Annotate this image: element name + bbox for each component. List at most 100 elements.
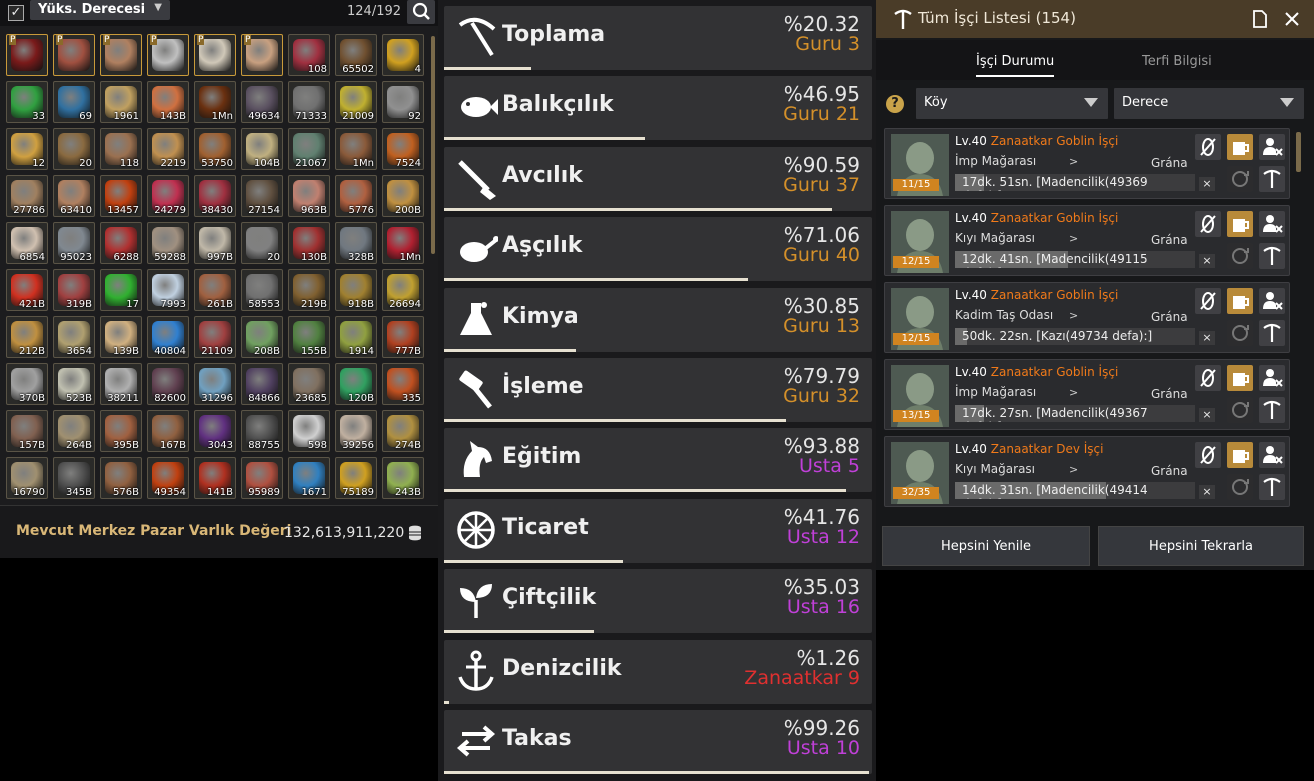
inventory-slot[interactable]: 59288 [147, 222, 189, 264]
inventory-slot[interactable]: 155B [288, 316, 330, 358]
inventory-slot[interactable]: 143B [147, 81, 189, 123]
inventory-slot[interactable]: 40804 [147, 316, 189, 358]
inventory-slot[interactable]: 12 [6, 128, 48, 170]
inventory-slot[interactable]: 264B [53, 410, 95, 452]
fire-worker-button[interactable] [1259, 288, 1285, 314]
inventory-slot[interactable]: 17 [100, 269, 142, 311]
sort-dropdown[interactable]: Yüks. Derecesi ▼ [30, 0, 170, 20]
skill-row[interactable]: Aşçılık %71.06 Guru 40 [444, 217, 872, 282]
inventory-slot[interactable]: P [194, 34, 236, 76]
inventory-slot[interactable]: 130B [288, 222, 330, 264]
inventory-slot[interactable]: 95989 [241, 457, 283, 499]
upgrade-worker-button[interactable] [1259, 243, 1285, 269]
inventory-slot[interactable]: 141B [194, 457, 236, 499]
stop-work-button[interactable] [1195, 365, 1221, 391]
close-icon[interactable] [1284, 11, 1300, 27]
inventory-slot[interactable]: 918B [335, 269, 377, 311]
inventory-slot[interactable]: 1671 [288, 457, 330, 499]
inventory-slot[interactable]: 243B [382, 457, 424, 499]
inventory-slot[interactable]: 7993 [147, 269, 189, 311]
inventory-slot[interactable]: 200B [382, 175, 424, 217]
help-icon[interactable]: ? [886, 95, 904, 113]
inventory-slot[interactable]: P [6, 34, 48, 76]
inventory-slot[interactable]: 598 [288, 410, 330, 452]
refresh-all-button[interactable]: Hepsini Yenile [882, 526, 1090, 566]
worker-row[interactable]: 11/15 Lv.40 Zanaatkar Goblin İşçi İmp Mağa… [884, 128, 1290, 199]
inventory-slot[interactable]: 71333 [288, 81, 330, 123]
skill-row[interactable]: Takas %99.26 Usta 10 [444, 710, 872, 774]
worker-row[interactable]: 13/15 Lv.40 Zanaatkar Goblin İşçi İmp Mağa… [884, 359, 1290, 430]
upgrade-worker-button[interactable] [1259, 397, 1285, 423]
inventory-slot[interactable]: 21109 [194, 316, 236, 358]
inventory-slot[interactable]: 24279 [147, 175, 189, 217]
feed-worker-button[interactable] [1227, 288, 1253, 314]
inventory-slot[interactable]: 3654 [53, 316, 95, 358]
inventory-slot[interactable]: 963B [288, 175, 330, 217]
cancel-task-button[interactable]: × [1199, 254, 1215, 268]
inventory-slot[interactable]: 49354 [147, 457, 189, 499]
inventory-slot[interactable]: 31296 [194, 363, 236, 405]
inventory-slot[interactable]: 5776 [335, 175, 377, 217]
inventory-scrollbar[interactable] [431, 36, 435, 254]
cancel-task-button[interactable]: × [1199, 408, 1215, 422]
inventory-slot[interactable]: 21009 [335, 81, 377, 123]
inventory-slot[interactable]: P [241, 34, 283, 76]
inventory-slot[interactable]: 21067 [288, 128, 330, 170]
feed-worker-button[interactable] [1227, 134, 1253, 160]
inventory-slot[interactable]: 95023 [53, 222, 95, 264]
repeat-task-button[interactable] [1227, 320, 1253, 346]
feed-worker-button[interactable] [1227, 211, 1253, 237]
stop-work-button[interactable] [1195, 442, 1221, 468]
inventory-slot[interactable]: 82600 [147, 363, 189, 405]
fire-worker-button[interactable] [1259, 134, 1285, 160]
inventory-slot[interactable]: 395B [100, 410, 142, 452]
inventory-slot[interactable]: 319B [53, 269, 95, 311]
skill-row[interactable]: Eğitim %93.88 Usta 5 [444, 428, 872, 493]
fire-worker-button[interactable] [1259, 211, 1285, 237]
skill-row[interactable]: Toplama %20.32 Guru 3 [444, 6, 872, 70]
skill-row[interactable]: Balıkçılık %46.95 Guru 21 [444, 76, 872, 141]
inventory-slot[interactable]: P [147, 34, 189, 76]
repeat-task-button[interactable] [1227, 474, 1253, 500]
inventory-slot[interactable]: 65502 [335, 34, 377, 76]
inventory-slot[interactable]: 219B [288, 269, 330, 311]
inventory-slot[interactable]: 1Mn [194, 81, 236, 123]
stop-work-button[interactable] [1195, 211, 1221, 237]
inventory-slot[interactable]: 3043 [194, 410, 236, 452]
grade-filter-dropdown[interactable]: Derece [1114, 88, 1304, 119]
document-icon[interactable] [1252, 10, 1268, 28]
inventory-slot[interactable]: 1914 [335, 316, 377, 358]
inventory-slot[interactable]: 1961 [100, 81, 142, 123]
inventory-slot[interactable]: 53750 [194, 128, 236, 170]
skill-row[interactable]: Avcılık %90.59 Guru 37 [444, 146, 872, 211]
inventory-slot[interactable]: 39256 [335, 410, 377, 452]
inventory-slot[interactable]: 20 [241, 222, 283, 264]
inventory-slot[interactable]: 139B [100, 316, 142, 358]
skill-row[interactable]: Ticaret %41.76 Usta 12 [444, 498, 872, 563]
inventory-slot[interactable]: 33 [6, 81, 48, 123]
inventory-slot[interactable]: P [53, 34, 95, 76]
worker-row[interactable]: 12/15 Lv.40 Zanaatkar Goblin İşçi Kıyı Mağ… [884, 205, 1290, 276]
fire-worker-button[interactable] [1259, 365, 1285, 391]
inventory-slot[interactable]: P [100, 34, 142, 76]
filter-checkbox[interactable]: ✓ [8, 5, 24, 21]
inventory-slot[interactable]: 997B [194, 222, 236, 264]
repeat-task-button[interactable] [1227, 166, 1253, 192]
inventory-slot[interactable]: 75189 [335, 457, 377, 499]
feed-worker-button[interactable] [1227, 365, 1253, 391]
upgrade-worker-button[interactable] [1259, 320, 1285, 346]
inventory-slot[interactable]: 421B [6, 269, 48, 311]
skill-row[interactable]: Çiftçilik %35.03 Usta 16 [444, 569, 872, 634]
inventory-slot[interactable]: 104B [241, 128, 283, 170]
inventory-slot[interactable]: 576B [100, 457, 142, 499]
inventory-slot[interactable]: 84866 [241, 363, 283, 405]
inventory-slot[interactable]: 20 [53, 128, 95, 170]
feed-worker-button[interactable] [1227, 442, 1253, 468]
inventory-slot[interactable]: 335 [382, 363, 424, 405]
inventory-slot[interactable]: 88755 [241, 410, 283, 452]
inventory-slot[interactable]: 92 [382, 81, 424, 123]
inventory-slot[interactable]: 1Mn [382, 222, 424, 264]
inventory-slot[interactable]: 7524 [382, 128, 424, 170]
inventory-slot[interactable]: 370B [6, 363, 48, 405]
inventory-slot[interactable]: 157B [6, 410, 48, 452]
